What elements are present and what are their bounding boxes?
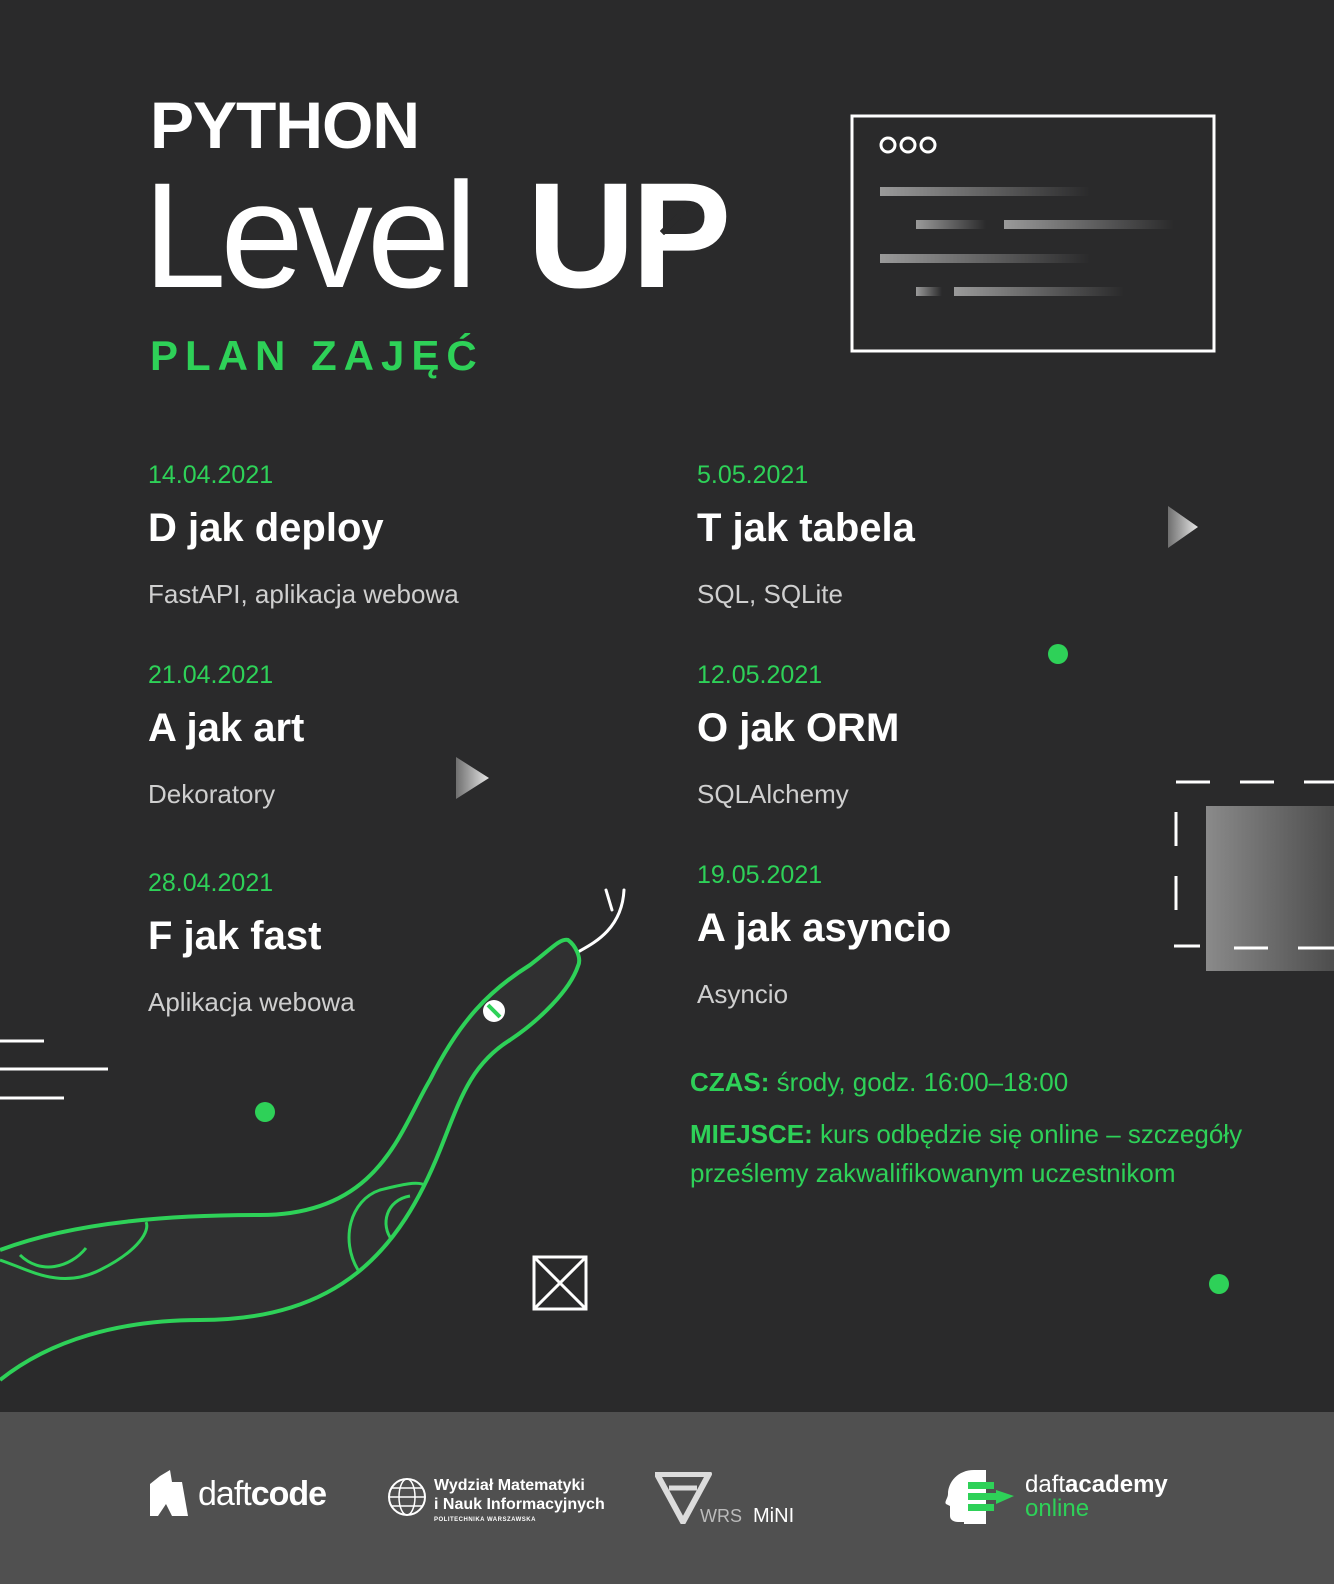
daftacademy-logo: daftacademy online <box>1025 1473 1168 1521</box>
snake-illustration <box>0 888 626 1382</box>
wrs-text: WRS <box>700 1506 742 1526</box>
play-icon <box>456 757 489 799</box>
daftcode-logo-light: daft <box>198 1475 252 1513</box>
daftcode-logo: daftcode <box>198 1475 327 1513</box>
mini-text: MiNI <box>753 1505 795 1527</box>
dot-decoration <box>1209 1274 1229 1294</box>
daftacademy-logo-icon <box>945 1470 1014 1524</box>
faculty-line-3: POLITECHNIKA WARSZAWSKA <box>434 1517 536 1523</box>
play-icon <box>1168 506 1198 548</box>
decorations <box>0 506 1334 1382</box>
dot-decoration <box>255 1102 275 1122</box>
daftacademy-logo-sub: online <box>1025 1495 1090 1522</box>
faculty-line-1: Wydział Matematyki <box>434 1477 585 1494</box>
faculty-logo: Wydział Matematyki i Nauk Informacyjnych… <box>434 1476 605 1526</box>
daftacademy-logo-bold: academy <box>1065 1471 1168 1498</box>
faculty-line-2: i Nauk Informacyjnych <box>434 1496 605 1513</box>
daftcode-logo-bold: code <box>250 1475 327 1513</box>
wrs-mini-logo: WRS MiNI <box>700 1506 794 1526</box>
dot-decoration <box>1048 644 1068 664</box>
daftacademy-logo-light: daft <box>1025 1471 1066 1498</box>
daftcode-logo-icon <box>150 1470 188 1516</box>
globe-emblem-icon <box>388 1478 426 1516</box>
